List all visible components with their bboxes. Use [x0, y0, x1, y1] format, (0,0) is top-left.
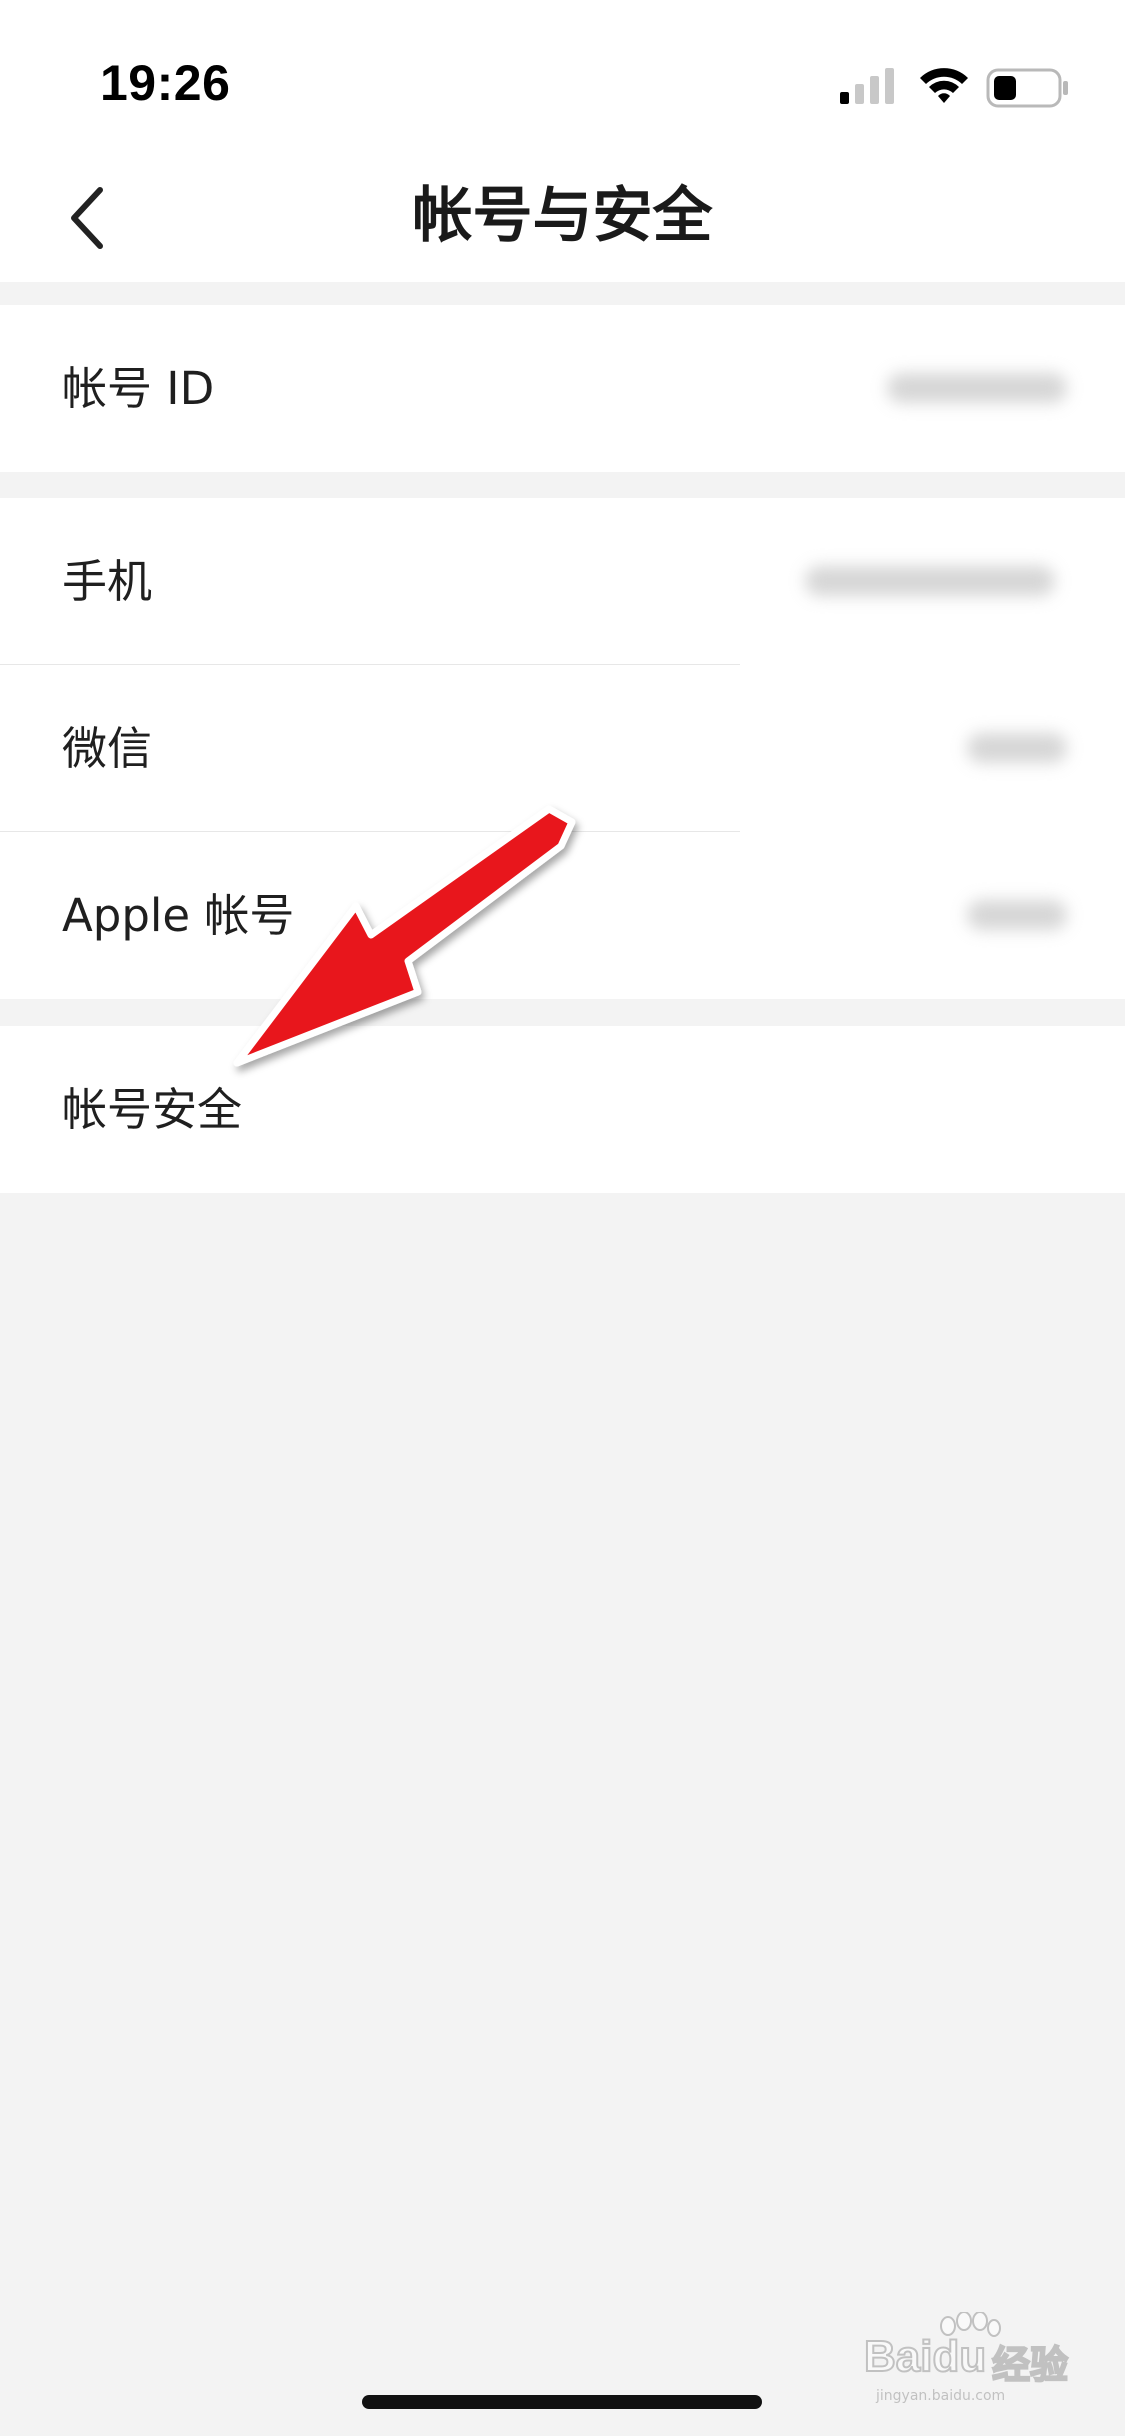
account-security-screen: 19:26 帐号与安全 帐号 ID 手机 微信 Apple 帐号 帐号安全 Ba… — [0, 0, 1125, 2436]
row-wechat[interactable]: 微信 — [0, 665, 1125, 832]
watermark-brand-cn: 经验 — [991, 2342, 1069, 2388]
row-apple-account[interactable]: Apple 帐号 — [0, 832, 1125, 999]
row-account-id[interactable]: 帐号 ID — [0, 305, 1125, 472]
security-group: 帐号安全 — [0, 1026, 1125, 1193]
wifi-icon — [920, 68, 968, 103]
row-label: 帐号 ID — [62, 362, 215, 415]
page-title: 帐号与安全 — [412, 181, 713, 251]
status-time: 19:26 — [100, 55, 231, 111]
signal-icon — [840, 68, 894, 104]
navigation-bar: 帐号与安全 — [0, 150, 1125, 282]
bindings-group: 手机 微信 Apple 帐号 — [0, 498, 1125, 999]
status-bar: 19:26 — [0, 0, 1125, 150]
account-id-value-blurred — [887, 373, 1067, 403]
row-account-security[interactable]: 帐号安全 — [0, 1026, 1125, 1193]
row-label: Apple 帐号 — [62, 889, 295, 942]
baidu-jingyan-watermark: Baidu 经验 jingyan.baidu.com — [856, 2312, 1076, 2404]
battery-icon — [986, 68, 1068, 108]
row-label: 微信 — [62, 722, 153, 775]
phone-value-blurred — [805, 566, 1055, 596]
watermark-url: jingyan.baidu.com — [876, 2388, 1006, 2404]
row-label: 手机 — [62, 555, 153, 608]
row-phone[interactable]: 手机 — [0, 498, 1125, 665]
account-id-group: 帐号 ID — [0, 305, 1125, 472]
home-indicator[interactable] — [362, 2395, 762, 2409]
row-label: 帐号安全 — [62, 1083, 243, 1136]
wechat-value-blurred — [967, 733, 1067, 763]
watermark-brand: Baidu — [863, 2331, 987, 2382]
apple-account-value-blurred — [967, 900, 1067, 930]
